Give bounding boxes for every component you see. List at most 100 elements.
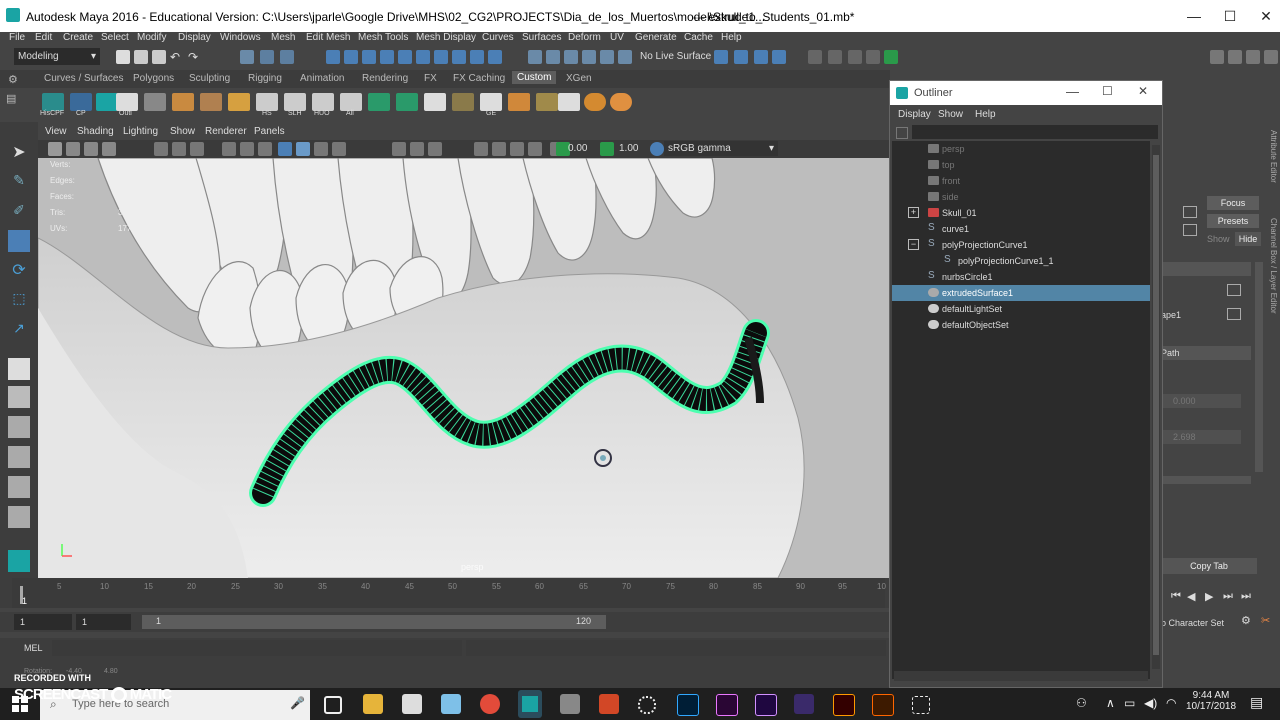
close-button[interactable]: ✕ bbox=[1256, 6, 1276, 26]
notes-icon[interactable] bbox=[441, 694, 461, 714]
render-view-icon[interactable] bbox=[714, 50, 728, 64]
key-settings-icon[interactable]: ⚙ bbox=[1241, 614, 1251, 627]
minimize-button[interactable]: — bbox=[1066, 84, 1079, 99]
microphone-icon[interactable]: 🎤 bbox=[290, 696, 305, 710]
premiere-icon[interactable] bbox=[716, 694, 738, 716]
resolution-gate-icon[interactable] bbox=[190, 142, 204, 156]
maximize-button[interactable]: ☐ bbox=[1220, 6, 1240, 26]
smooth-shade-icon[interactable] bbox=[296, 142, 310, 156]
last-tool-icon[interactable]: ↗ bbox=[8, 320, 30, 342]
magnet4-icon[interactable] bbox=[600, 50, 614, 64]
all-icon[interactable] bbox=[340, 93, 362, 111]
wire-on-shaded-icon[interactable] bbox=[314, 142, 328, 156]
outliner-shelf-icon[interactable] bbox=[116, 93, 138, 111]
colorspace-dropdown[interactable]: sRGB gamma ▾ bbox=[664, 141, 778, 156]
menu-windows[interactable]: Windows bbox=[220, 32, 261, 43]
outliner-item[interactable]: + Skull_01 bbox=[892, 205, 1150, 221]
fuse-icon[interactable] bbox=[872, 694, 894, 716]
render-frame-icon[interactable] bbox=[734, 50, 748, 64]
workspace-icon-4[interactable] bbox=[1264, 50, 1278, 64]
copy-tab-button[interactable]: Copy Tab bbox=[1161, 558, 1257, 574]
shelf-tab-xgen[interactable]: XGen bbox=[566, 73, 592, 84]
live-surface-label[interactable]: No Live Surface bbox=[640, 51, 711, 62]
light-editor-icon[interactable] bbox=[848, 50, 862, 64]
file-explorer-icon[interactable] bbox=[363, 694, 383, 714]
media-encoder-icon[interactable] bbox=[794, 694, 814, 714]
path-section-header[interactable]: Path bbox=[1161, 346, 1251, 360]
layout-outliner-icon[interactable] bbox=[8, 446, 30, 468]
skip-start-icon[interactable]: ⏮ bbox=[1171, 590, 1181, 603]
vp-menu-renderer[interactable]: Renderer bbox=[205, 126, 247, 137]
magnet3-icon[interactable] bbox=[582, 50, 596, 64]
focus-button[interactable]: Focus bbox=[1207, 196, 1259, 210]
menu-mesh[interactable]: Mesh bbox=[271, 32, 295, 43]
range-bar[interactable]: 1 120 bbox=[142, 615, 606, 629]
workspace-icon-2[interactable] bbox=[1228, 50, 1242, 64]
motion-blur-icon[interactable] bbox=[474, 142, 488, 156]
cookie-icon[interactable] bbox=[610, 93, 632, 111]
workspace-icon-3[interactable] bbox=[1246, 50, 1260, 64]
photoshop-icon[interactable] bbox=[677, 694, 699, 716]
shelf-tab-rigging[interactable]: Rigging bbox=[248, 73, 282, 84]
menu-cache[interactable]: Cache bbox=[684, 32, 713, 43]
chrome-icon[interactable] bbox=[480, 694, 500, 714]
powerpoint-icon[interactable] bbox=[599, 694, 619, 714]
maya-tool-icon[interactable] bbox=[8, 550, 30, 572]
layout-graph-icon[interactable] bbox=[8, 476, 30, 498]
menu-mesh-tools[interactable]: Mesh Tools bbox=[358, 32, 408, 43]
teal-icon[interactable] bbox=[96, 93, 118, 111]
snip-icon[interactable] bbox=[912, 696, 930, 714]
outliner-item[interactable]: persp bbox=[892, 141, 1150, 157]
task-view-icon[interactable] bbox=[324, 696, 342, 714]
wifi-icon[interactable]: ◠ bbox=[1166, 696, 1176, 710]
character-set-label[interactable]: o Character Set bbox=[1161, 618, 1224, 628]
presets-button[interactable]: Presets bbox=[1207, 214, 1259, 228]
shelf-tab-custom[interactable]: Custom bbox=[512, 71, 557, 84]
outliner-item[interactable]: extrudedSurface1 bbox=[892, 285, 1150, 301]
depth-field-icon[interactable] bbox=[510, 142, 524, 156]
expand-icon[interactable]: + bbox=[908, 207, 919, 218]
select-tool-icon[interactable]: ➤ bbox=[8, 142, 30, 164]
sidebar-toggle-icon[interactable] bbox=[866, 50, 880, 64]
shelf-tab-curves-surfaces[interactable]: Curves / Surfaces bbox=[44, 73, 123, 84]
transform-goto-icon[interactable] bbox=[1227, 284, 1241, 296]
orange-icon[interactable] bbox=[508, 93, 530, 111]
image-plane-icon[interactable] bbox=[102, 142, 116, 156]
maximize-button[interactable]: ☐ bbox=[1102, 84, 1113, 98]
start-time-field[interactable]: 1 bbox=[14, 614, 72, 630]
play-icon[interactable]: ▶ bbox=[1205, 590, 1213, 603]
vp-menu-lighting[interactable]: Lighting bbox=[123, 126, 158, 137]
menu-surfaces[interactable]: Surfaces bbox=[522, 32, 561, 43]
ge-icon[interactable] bbox=[480, 93, 502, 111]
shelf-tab-fx-caching[interactable]: FX Caching bbox=[453, 73, 505, 84]
snap-curve-icon[interactable] bbox=[344, 50, 358, 64]
grid-icon[interactable] bbox=[228, 93, 250, 111]
notification-icon[interactable]: ▤ bbox=[1250, 694, 1263, 711]
menu-help[interactable]: Help bbox=[721, 32, 742, 43]
ipr-render-icon[interactable] bbox=[754, 50, 768, 64]
outliner-menu-show[interactable]: Show bbox=[938, 109, 963, 120]
outliner-item[interactable]: defaultObjectSet bbox=[892, 317, 1150, 333]
lights-icon[interactable] bbox=[392, 142, 406, 156]
outliner-item[interactable]: − SpolyProjectionCurve1 bbox=[892, 237, 1150, 253]
menu-file[interactable]: File bbox=[9, 32, 25, 43]
wireframe-icon[interactable] bbox=[278, 142, 292, 156]
menu-mesh-display[interactable]: Mesh Display bbox=[416, 32, 476, 43]
snap-live-icon[interactable] bbox=[416, 50, 430, 64]
outliner-scroll-thumb[interactable] bbox=[1153, 155, 1159, 655]
ipr-icon[interactable] bbox=[470, 50, 484, 64]
shadows-icon[interactable] bbox=[410, 142, 424, 156]
outliner-title-bar[interactable]: Outliner — ☐ ✕ bbox=[890, 81, 1162, 105]
layout-two-icon[interactable] bbox=[8, 416, 30, 438]
menu-uv[interactable]: UV bbox=[610, 32, 624, 43]
gear-app-icon[interactable] bbox=[560, 694, 580, 714]
outliner-menu-display[interactable]: Display bbox=[898, 109, 931, 120]
render-globals-icon[interactable] bbox=[772, 50, 786, 64]
modeling-toolkit-icon[interactable] bbox=[884, 50, 898, 64]
attr-scrollbar[interactable] bbox=[1255, 262, 1263, 472]
calculator-icon[interactable] bbox=[402, 694, 422, 714]
command-input[interactable] bbox=[52, 640, 462, 656]
gate-mask-icon[interactable] bbox=[222, 142, 236, 156]
node-input-icon[interactable] bbox=[1183, 224, 1197, 236]
bucket-icon[interactable] bbox=[536, 93, 558, 111]
